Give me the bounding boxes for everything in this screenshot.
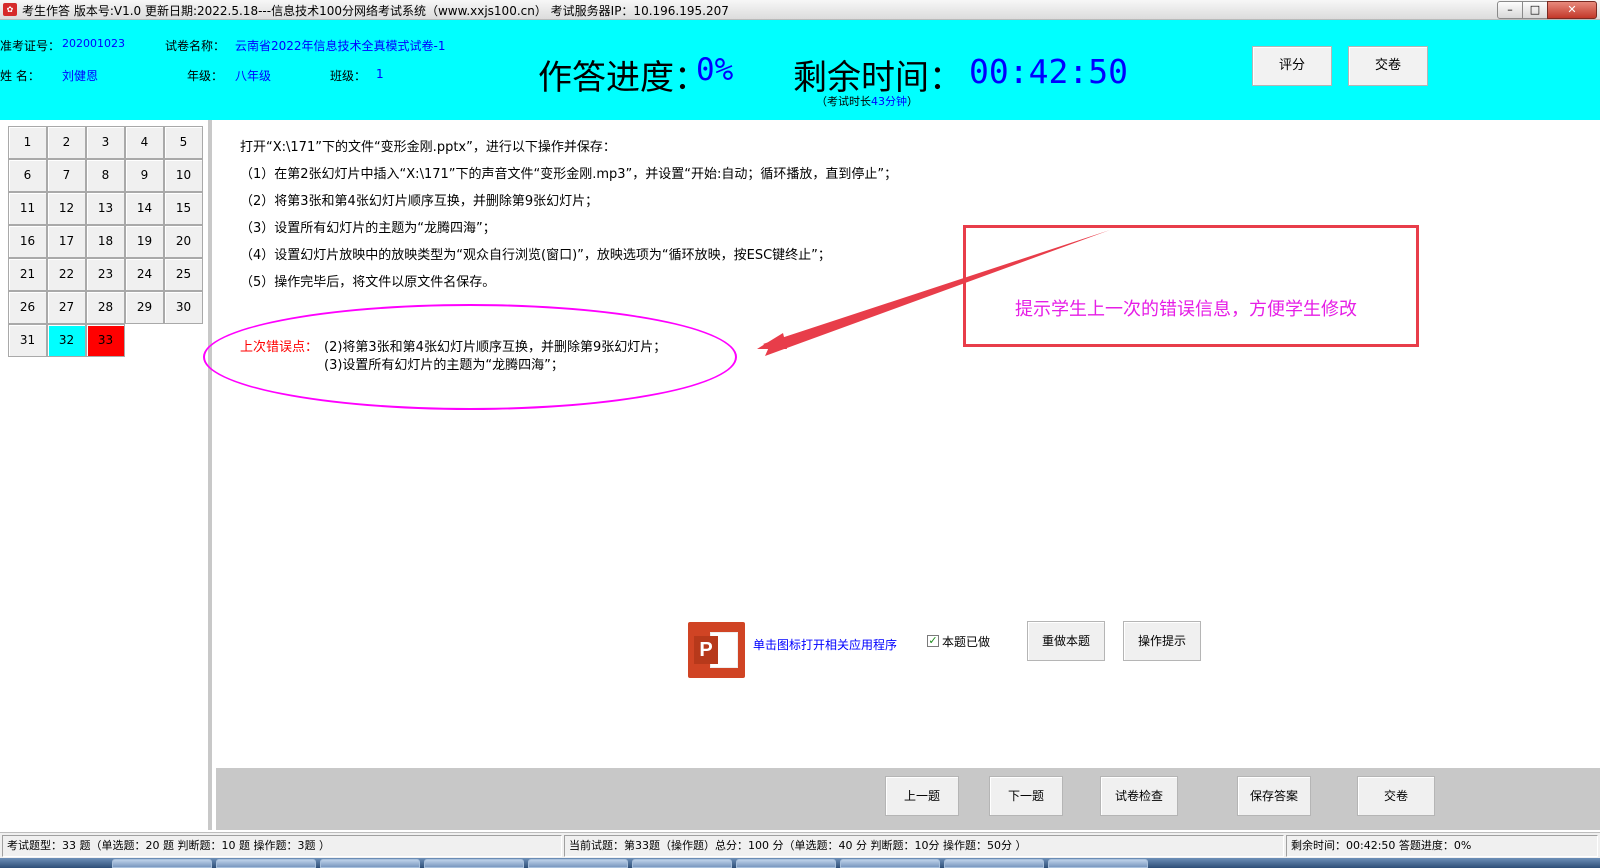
next-question-button[interactable]: 下一题	[989, 776, 1063, 816]
question-button[interactable]: 13	[86, 192, 125, 225]
remaining-time-label: 剩余时间：	[793, 58, 963, 98]
question-button[interactable]: 5	[164, 126, 203, 159]
status-bar: 考试题型：33 题（单选题：20 题 判断题：10 题 操作题：3题 ） 当前试…	[0, 832, 1600, 858]
question-grid: 1 2 3 4 5 6 7 8 9 10 11 12 13 14 15 16 17 18 19 20 21 22 23 24 2…	[8, 126, 203, 357]
question-button[interactable]: 1	[8, 126, 47, 159]
taskbar-item[interactable]	[112, 859, 212, 868]
taskbar-item[interactable]	[424, 859, 524, 868]
window-title: 考生作答 版本号:V1.0 更新日期:2022.5.18---信息技术100分网…	[22, 4, 729, 18]
question-button[interactable]: 3	[86, 126, 125, 159]
annotation-arrow	[757, 230, 1110, 356]
class-value: 1	[376, 67, 384, 81]
question-button[interactable]: 17	[47, 225, 86, 258]
exam-id-value: 202001023	[62, 37, 125, 50]
question-button[interactable]: 6	[8, 159, 47, 192]
question-button[interactable]: 28	[86, 291, 125, 324]
student-name-label: 姓 名：	[0, 69, 40, 83]
progress-value: 0%	[696, 52, 734, 88]
done-label: 本题已做	[942, 635, 991, 649]
question-button[interactable]: 33	[86, 324, 125, 357]
question-button[interactable]: 32	[47, 324, 86, 357]
question-button[interactable]: 2	[47, 126, 86, 159]
question-button[interactable]: 19	[125, 225, 164, 258]
status-question-types: 考试题型：33 题（单选题：20 题 判断题：10 题 操作题：3题 ）	[2, 835, 562, 857]
question-button[interactable]: 8	[86, 159, 125, 192]
class-label: 班级：	[330, 69, 367, 83]
taskbar	[0, 858, 1600, 868]
title-bar: ✿ 考生作答 版本号:V1.0 更新日期:2022.5.18---信息技术100…	[0, 0, 1600, 20]
exam-duration: （考试时长43分钟）	[816, 93, 918, 109]
exam-header: 准考证号： 202001023 试卷名称： 云南省2022年信息技术全真模式试卷…	[0, 20, 1600, 120]
ppt-letter: P	[694, 636, 718, 664]
taskbar-item[interactable]	[944, 859, 1044, 868]
question-button[interactable]: 14	[125, 192, 164, 225]
taskbar-item[interactable]	[528, 859, 628, 868]
status-remaining: 剩余时间：00:42:50 答题进度：0%	[1286, 835, 1598, 857]
duration-prefix: （考试时长	[816, 95, 871, 108]
question-button[interactable]: 21	[8, 258, 47, 291]
powerpoint-app-icon[interactable]: P	[688, 622, 745, 678]
grade-label: 年级：	[187, 69, 224, 83]
taskbar-item[interactable]	[320, 859, 420, 868]
exam-app: ✿ 考生作答 版本号:V1.0 更新日期:2022.5.18---信息技术100…	[0, 0, 1600, 868]
progress-label: 作答进度：	[538, 58, 708, 98]
question-button[interactable]: 18	[86, 225, 125, 258]
question-button[interactable]: 26	[8, 291, 47, 324]
student-name-value: 刘健恩	[62, 69, 99, 83]
question-button[interactable]: 15	[164, 192, 203, 225]
question-button[interactable]: 27	[47, 291, 86, 324]
question-button[interactable]: 25	[164, 258, 203, 291]
submit-button[interactable]: 交卷	[1357, 776, 1435, 816]
question-button[interactable]: 29	[125, 291, 164, 324]
duration-value: 43分钟	[871, 95, 907, 108]
redo-question-button[interactable]: 重做本题	[1027, 621, 1105, 661]
save-answers-button[interactable]: 保存答案	[1237, 776, 1311, 816]
taskbar-item[interactable]	[840, 859, 940, 868]
status-current-question: 当前试题：第33题（操作题）总分：100 分（单选题：40 分 判断题：10分 …	[564, 835, 1284, 857]
question-button[interactable]: 10	[164, 159, 203, 192]
question-button[interactable]: 30	[164, 291, 203, 324]
check-paper-button[interactable]: 试卷检查	[1100, 776, 1178, 816]
taskbar-item[interactable]	[216, 859, 316, 868]
prev-question-button[interactable]: 上一题	[885, 776, 959, 816]
question-button[interactable]: 4	[125, 126, 164, 159]
header-submit-button[interactable]: 交卷	[1348, 46, 1428, 86]
grade-value: 八年级	[235, 69, 272, 83]
close-button[interactable]: ✕	[1547, 1, 1597, 19]
exam-id-label: 准考证号：	[0, 39, 61, 53]
paper-label: 试卷名称：	[165, 39, 226, 53]
question-button[interactable]: 23	[86, 258, 125, 291]
question-button[interactable]: 16	[8, 225, 47, 258]
score-button[interactable]: 评分	[1252, 46, 1332, 86]
maximize-button[interactable]: □	[1522, 1, 1548, 19]
remaining-time-value: 00:42:50	[969, 52, 1128, 91]
question-navigator: 1 2 3 4 5 6 7 8 9 10 11 12 13 14 15 16 17 18 19 20 21 22 23 24 2…	[0, 120, 212, 830]
question-button[interactable]: 20	[164, 225, 203, 258]
question-button[interactable]: 24	[125, 258, 164, 291]
minimize-button[interactable]: –	[1497, 1, 1523, 19]
paper-name-value: 云南省2022年信息技术全真模式试卷-1	[235, 39, 446, 53]
done-checkbox[interactable]: ✓	[927, 635, 939, 647]
app-logo-icon: ✿	[3, 3, 17, 16]
navigation-bar: 上一题 下一题 试卷检查 保存答案 交卷	[216, 768, 1600, 830]
question-button[interactable]: 9	[125, 159, 164, 192]
duration-suffix: ）	[907, 95, 918, 108]
question-button[interactable]: 12	[47, 192, 86, 225]
taskbar-item[interactable]	[1048, 859, 1148, 868]
question-button[interactable]: 11	[8, 192, 47, 225]
open-app-link[interactable]: 单击图标打开相关应用程序	[753, 636, 897, 653]
question-button[interactable]: 31	[8, 324, 47, 357]
operation-hint-button[interactable]: 操作提示	[1123, 621, 1201, 661]
question-button[interactable]: 22	[47, 258, 86, 291]
taskbar-item[interactable]	[736, 859, 836, 868]
taskbar-item[interactable]	[632, 859, 732, 868]
question-button[interactable]: 7	[47, 159, 86, 192]
question-content: 打开“X:\171”下的文件“变形金刚.pptx”，进行以下操作并保存： （1）…	[203, 120, 1600, 768]
